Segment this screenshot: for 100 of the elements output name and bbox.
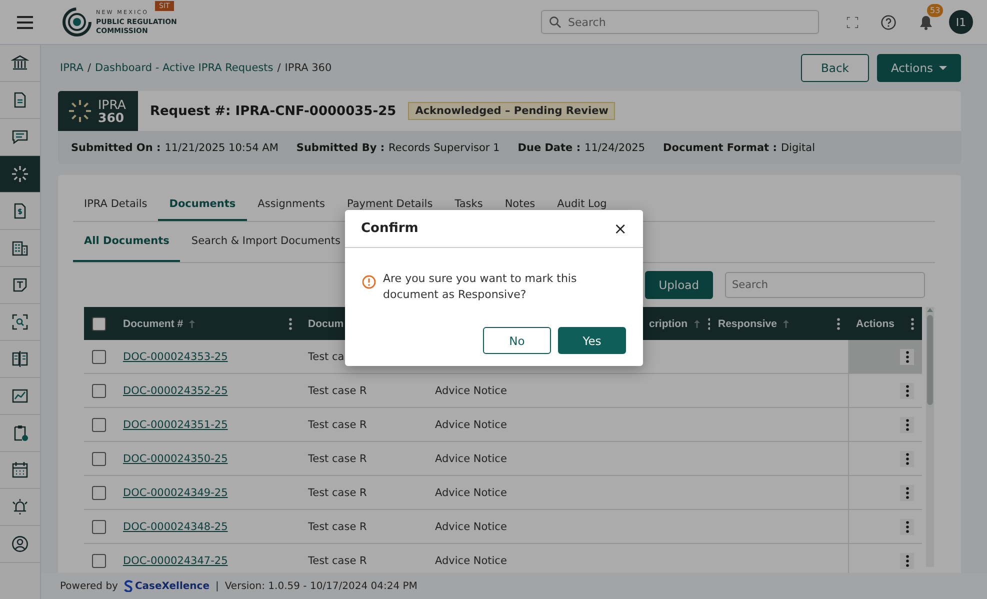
tab[interactable]: IPRA Details [73,189,158,221]
bank-icon [11,54,29,72]
scan-icon [11,313,29,331]
upload-button[interactable]: Upload [644,271,713,299]
column-label: Actions [856,318,895,330]
kebab-icon [708,318,710,330]
footer-text: Powered by [60,580,118,592]
table-cell: Advice Notice [435,486,507,498]
table-cell: Test case R [308,384,367,396]
yes-button[interactable]: Yes [558,327,626,354]
detail-value: 11/24/2025 [584,142,646,154]
document-link[interactable]: DOC-000024348-25 [123,520,228,532]
tab[interactable]: Notes [494,189,546,221]
building-icon [11,239,29,257]
kebab-icon [289,318,292,330]
dialog-title: Confirm [361,221,418,236]
status-tag: Acknowledged – Pending Review [408,102,616,120]
breadcrumb-separator: / [87,62,92,74]
table-cell: Advice Notice [435,384,507,396]
table-cell: Advice Notice [435,554,507,566]
checkbox[interactable] [92,350,106,364]
caret-icon [939,66,947,70]
version-text: Version: 1.0.59 - 10/17/2024 04:24 PM [224,580,418,592]
search-field[interactable]: Search [541,10,819,34]
kebab-icon [906,452,908,464]
search-icon [549,16,561,28]
kebab-icon [906,384,908,396]
table-cell: Advice Notice [435,452,507,464]
checkbox[interactable] [92,418,106,432]
tab[interactable]: Audit Log [546,189,618,221]
calendar-icon [11,461,29,479]
table-cell: Test case R [308,418,367,430]
back-button[interactable]: Back [800,54,869,82]
breadcrumb-current: IPRA 360 [284,62,332,74]
sunburst-icon [68,99,92,123]
column-label: Responsive [718,318,777,330]
sort-arrow-icon [694,320,700,328]
actions-dropdown[interactable]: Actions [876,54,961,82]
breadcrumb-link[interactable]: Dashboard - Active IPRA Requests [95,62,274,74]
badge-number: 360 [98,111,126,124]
column-label: Docum [308,318,344,330]
tab[interactable]: Payment Details [336,189,444,221]
kebab-icon [906,520,908,532]
user-avatar[interactable]: I1 [949,10,973,34]
breadcrumb-link[interactable]: IPRA [60,62,84,74]
row-actions-button[interactable] [900,518,914,534]
kebab-icon [906,486,908,498]
document-link[interactable]: DOC-000024349-25 [123,486,228,498]
table-cell: Test ca [308,350,344,362]
row-actions-button[interactable] [900,552,914,568]
alarm-bell-icon [11,498,29,516]
breadcrumb-separator: / [277,62,281,74]
column-label: Document # [123,318,184,330]
column-label: cription [649,318,688,330]
sort-arrow-icon [189,320,196,328]
tab[interactable]: Documents [158,189,247,221]
search-field[interactable]: Search [725,272,925,298]
row-actions-button[interactable] [900,348,914,364]
sidebar-item[interactable] [0,156,40,193]
checkbox[interactable] [92,486,106,500]
menu-icon [17,16,33,28]
sort-arrow-icon [782,320,789,328]
document-link[interactable]: DOC-000024351-25 [123,418,228,430]
footer-separator: | [215,580,219,592]
tab[interactable]: Tasks [444,189,494,221]
sunburst-icon [11,165,29,183]
row-actions-button[interactable] [900,450,914,466]
document-link[interactable]: DOC-000024350-25 [123,452,228,464]
brand-name: CaseXellence [134,580,210,592]
close-button[interactable]: × [614,219,627,238]
subtab[interactable]: Search & Import Documents [180,222,352,262]
document-link[interactable]: DOC-000024347-25 [123,554,228,566]
subtab[interactable]: All Documents [73,222,180,262]
no-button[interactable]: No [483,327,551,354]
kebab-icon [906,418,908,430]
table-cell: Test case R [308,520,367,532]
seal-icon [62,7,92,37]
document-link[interactable]: DOC-000024353-25 [123,350,228,362]
checkbox[interactable] [92,452,106,466]
request-title: Request #: IPRA-CNF-0000035-25 [150,104,396,118]
checkbox[interactable] [92,520,106,534]
checkbox[interactable] [92,316,106,330]
detail-label: Submitted On : [71,142,161,154]
detail-value: 11/21/2025 10:54 AM [164,142,278,154]
row-actions-button[interactable] [900,416,914,432]
kebab-icon [837,318,840,330]
chat-icon [11,128,29,146]
row-actions-button[interactable] [900,382,914,398]
tab[interactable]: Assignments [246,189,336,221]
row-actions-button[interactable] [900,484,914,500]
detail-value: Digital [780,142,815,154]
table-cell: Advice Notice [435,520,507,532]
checkbox[interactable] [92,554,106,568]
book-icon [11,350,29,368]
fullscreen-icon [846,16,858,28]
detail-label: Submitted By : [296,142,385,154]
checkbox[interactable] [92,384,106,398]
document-link[interactable]: DOC-000024352-25 [123,384,228,396]
dialog-message: Are you sure you want to mark this document as Responsive? [383,271,578,303]
bell-icon [919,14,933,30]
